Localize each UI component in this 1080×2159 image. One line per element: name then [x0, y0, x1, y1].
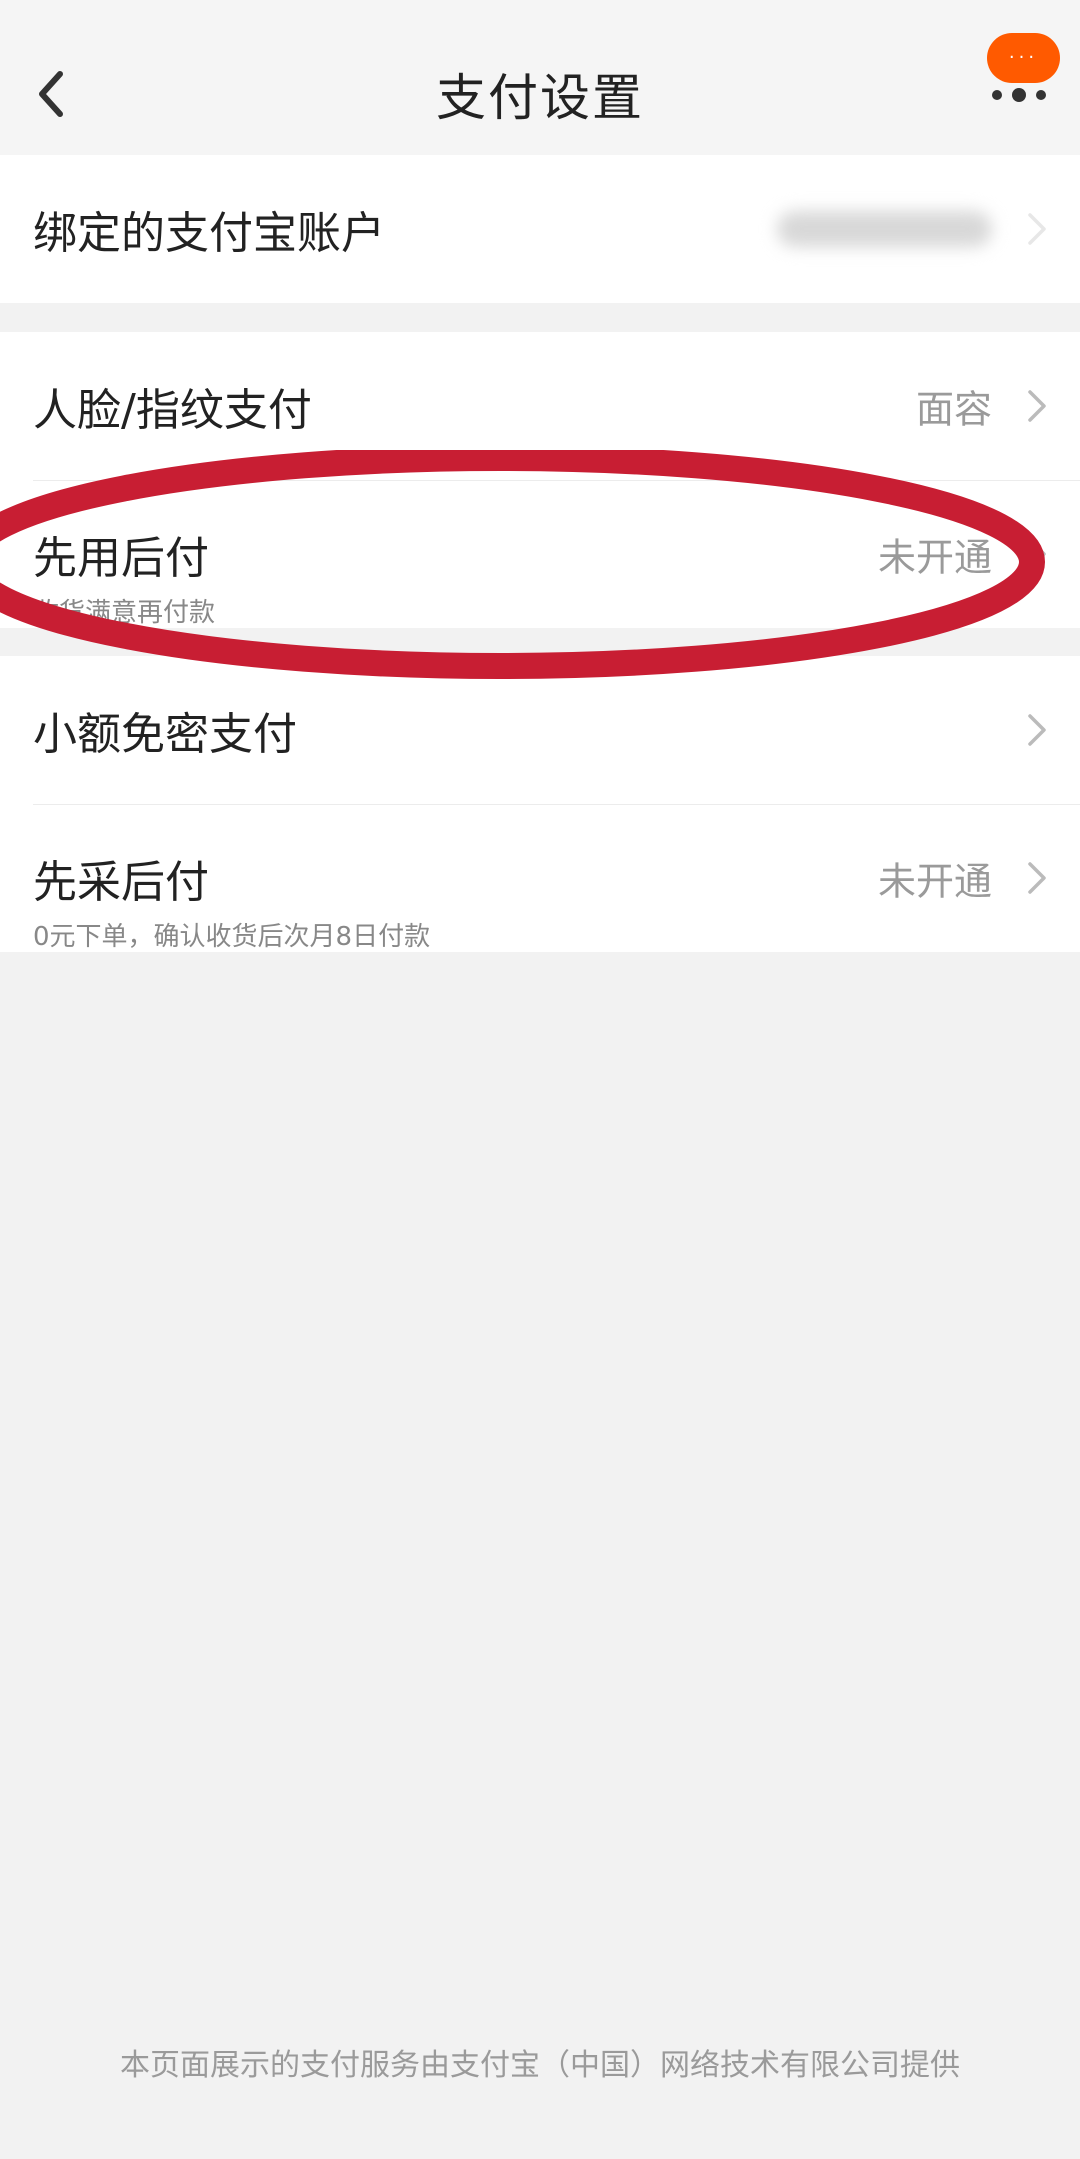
chevron-right-icon [1028, 390, 1046, 422]
row-title: 人脸/指纹支付 [33, 385, 312, 436]
purchase-later-row[interactable]: 先采后付 0元下单，确认收货后次月8日付款 未开通 [0, 804, 1080, 952]
nav-bar: 支付设置 ··· [0, 0, 1080, 155]
chevron-right-icon [1028, 714, 1046, 746]
face-fingerprint-pay-row[interactable]: 人脸/指纹支付 面容 [0, 332, 1080, 480]
blurred-account-value [777, 211, 992, 247]
page-title: 支付设置 [436, 69, 644, 127]
small-amount-password-free-row[interactable]: 小额免密支付 [0, 656, 1080, 804]
password-free-group: 小额免密支付 先采后付 0元下单，确认收货后次月8日付款 未开通 [0, 656, 1080, 952]
row-value: 未开通 [877, 859, 992, 904]
message-bubble-button[interactable]: ··· [987, 33, 1060, 83]
footer-disclaimer: 本页面展示的支付服务由支付宝（中国）网络技术有限公司提供 [120, 2048, 960, 2083]
row-subtitle: 收货满意再付款 [33, 598, 216, 628]
row-title: 绑定的支付宝账户 [33, 208, 385, 259]
pay-later-row[interactable]: 先用后付 收货满意再付款 未开通 [0, 480, 1080, 628]
account-group: 绑定的支付宝账户 [0, 155, 1080, 303]
biometric-group: 人脸/指纹支付 面容 先用后付 收货满意再付款 未开通 [0, 332, 1080, 628]
more-dots-icon[interactable] [990, 86, 1050, 104]
bound-alipay-account-row[interactable]: 绑定的支付宝账户 [0, 155, 1080, 303]
row-subtitle: 0元下单，确认收货后次月8日付款 [33, 922, 431, 952]
row-title: 先采后付 [33, 857, 209, 908]
row-title: 小额免密支付 [33, 709, 297, 760]
row-value: 未开通 [877, 535, 992, 580]
chevron-right-icon [1028, 538, 1046, 570]
chevron-right-icon [1028, 862, 1046, 894]
row-title: 先用后付 [33, 533, 209, 584]
chevron-right-icon [1028, 213, 1046, 245]
row-value: 面容 [915, 387, 992, 432]
